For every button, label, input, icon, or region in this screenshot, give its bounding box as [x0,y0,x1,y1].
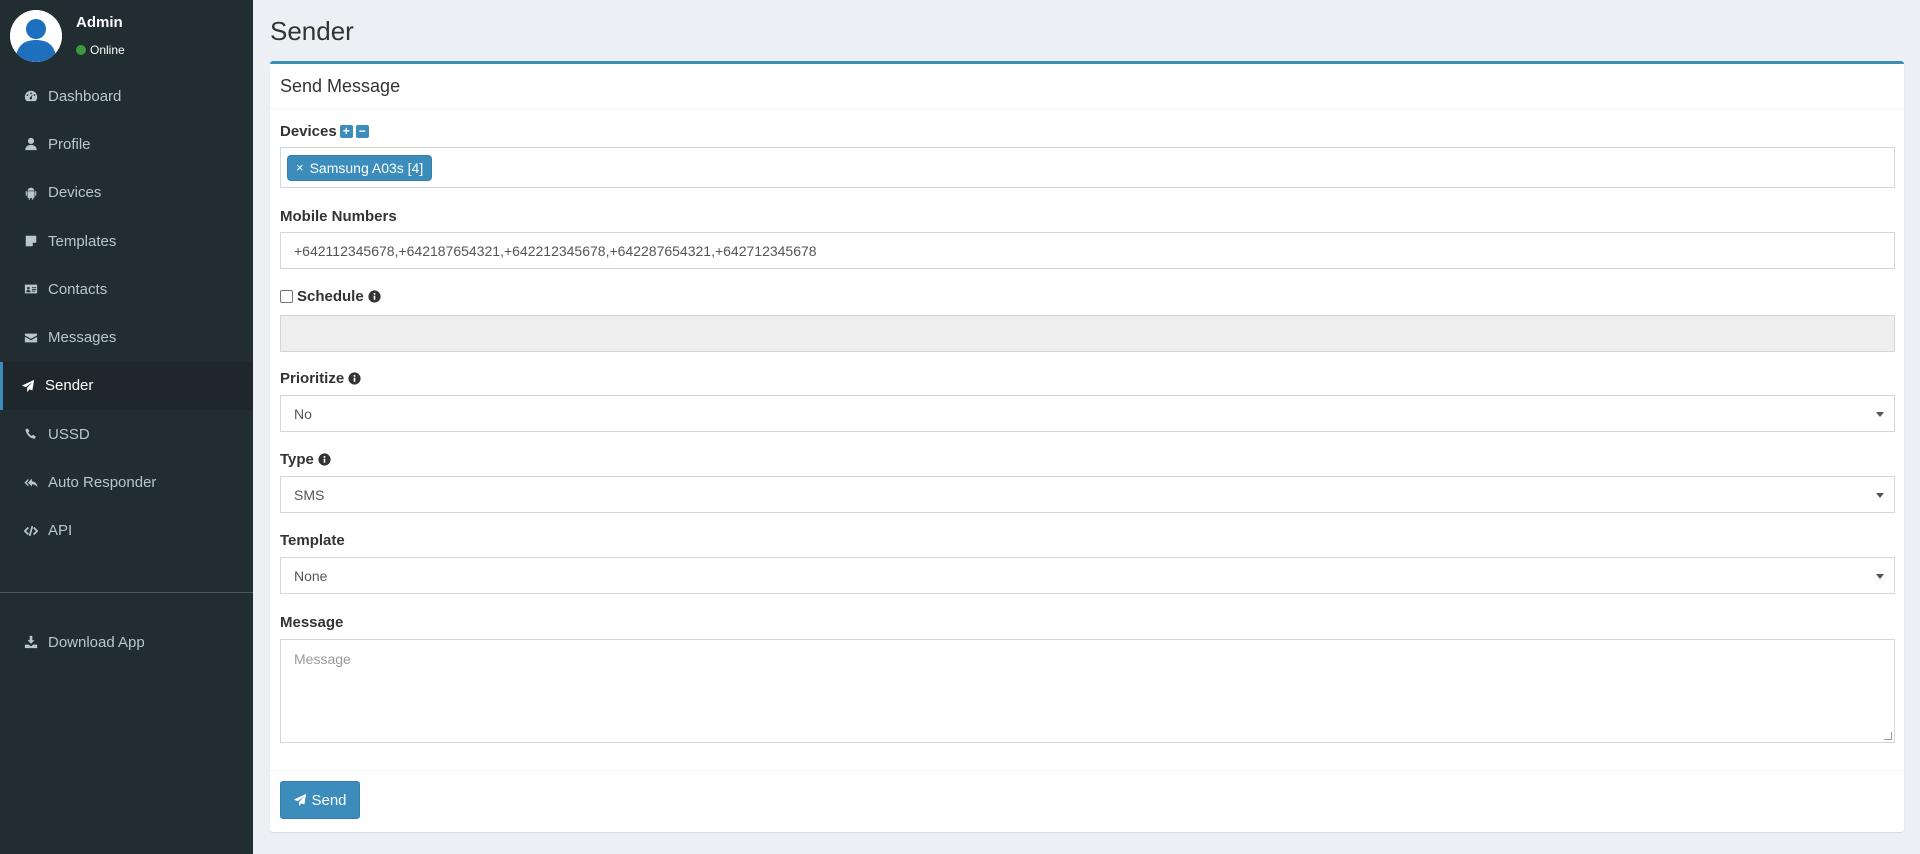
sidebar-item-dashboard[interactable]: Dashboard [0,72,253,120]
user-status: Online [76,43,125,57]
envelope-icon [23,330,38,345]
dashboard-icon [23,89,38,104]
remove-tag-icon[interactable]: × [296,160,304,175]
template-value: None [294,567,328,584]
sidebar-item-label: USSD [48,425,90,443]
sidebar-item-label: Devices [48,184,102,202]
type-select[interactable]: SMS [280,476,1895,513]
download-icon [23,635,38,650]
box-footer: Send [270,770,1904,832]
send-button-label: Send [311,791,347,809]
message-label: Message [280,613,344,631]
sidebar-item-label: Auto Responder [48,474,157,492]
devices-label: Devices [280,122,337,140]
caret-down-icon [1876,574,1884,579]
sidebar-divider [0,591,253,593]
paper-plane-icon [294,793,307,807]
schedule-label-row: Schedule [280,286,1895,306]
prioritize-select[interactable]: No [280,395,1895,432]
plus-square-icon[interactable]: + [339,124,353,138]
mobile-numbers-group: Mobile Numbers +642112345678,+6421876543… [280,206,1895,269]
device-tag-label: Samsung A03s [4] [309,159,424,176]
type-label-row: Type [280,449,1895,469]
sidebar-item-sender[interactable]: Sender [0,361,253,411]
sidebar-item-profile[interactable]: Profile [0,120,253,168]
address-card-icon [23,282,38,297]
code-icon [23,523,38,538]
sidebar-item-templates[interactable]: Templates [0,217,253,265]
sidebar-item-label: Download App [48,633,145,651]
main-content: Sender Send Message Devices + − × Samsun… [253,0,1920,854]
schedule-checkbox[interactable] [280,289,293,303]
sidebar-item-label: Sender [45,377,94,395]
type-value: SMS [294,486,325,503]
prioritize-label: Prioritize [280,369,345,387]
type-group: Type SMS [280,449,1895,513]
sidebar-item-label: Dashboard [48,87,122,105]
sidebar-item-label: Contacts [48,280,108,298]
message-group: Message Message [280,612,1895,743]
schedule-label: Schedule [297,287,364,305]
devices-group: Devices + − × Samsung A03s [4] [280,121,1895,188]
caret-down-icon [1876,493,1884,498]
sidebar: Admin Online Dashboard Profile Devices T… [0,0,253,854]
resize-grip-icon[interactable] [1884,732,1892,740]
devices-label-row: Devices + − [280,121,1895,141]
user-icon [23,137,38,152]
online-status-icon [76,45,86,55]
sidebar-item-contacts[interactable]: Contacts [0,265,253,313]
info-circle-icon [348,371,361,385]
minus-square-icon[interactable]: − [355,124,369,138]
sidebar-item-api[interactable]: API [0,507,253,555]
prioritize-group: Prioritize No [280,368,1895,432]
info-circle-icon [318,452,331,466]
devices-select[interactable]: × Samsung A03s [4] [280,147,1895,188]
device-tag: × Samsung A03s [4] [287,154,433,181]
sidebar-item-auto-responder[interactable]: Auto Responder [0,458,253,506]
android-icon [23,185,38,200]
box-title: Send Message [280,76,401,96]
prioritize-value: No [294,405,312,422]
sidebar-item-label: Templates [48,232,117,250]
reply-all-icon [23,475,38,490]
sticky-note-icon [23,234,38,249]
sidebar-item-messages[interactable]: Messages [0,313,253,361]
template-select[interactable]: None [280,557,1895,594]
info-circle-icon [368,289,381,303]
page-title: Sender [270,16,354,46]
schedule-group: Schedule [280,286,1895,352]
template-label: Template [280,531,345,549]
schedule-input [280,315,1895,352]
prioritize-label-row: Prioritize [280,368,1895,388]
type-label: Type [280,450,314,468]
user-panel: Admin Online [0,0,253,72]
template-group: Template None [280,530,1895,594]
user-status-label: Online [90,43,125,57]
sidebar-secondary-menu: Download App [0,618,253,666]
user-name: Admin [76,14,123,31]
sidebar-menu: Dashboard Profile Devices Templates Cont… [0,72,253,555]
sidebar-item-ussd[interactable]: USSD [0,410,253,458]
sidebar-item-label: Profile [48,135,91,153]
send-button[interactable]: Send [280,781,360,819]
phone-icon [23,427,38,442]
sidebar-item-download-app[interactable]: Download App [0,618,253,666]
avatar [10,10,62,62]
sidebar-item-devices[interactable]: Devices [0,169,253,217]
box-header: Send Message [270,64,1904,109]
user-avatar-icon [10,10,62,62]
mobile-numbers-input[interactable]: +642112345678,+642187654321,+64221234567… [280,232,1895,269]
message-textarea[interactable]: Message [280,639,1895,743]
mobile-numbers-label: Mobile Numbers [280,207,397,225]
caret-down-icon [1876,412,1884,417]
send-message-box: Send Message Devices + − × Samsung A03s … [270,61,1904,832]
message-placeholder: Message [294,651,351,667]
sidebar-item-label: API [48,522,73,540]
paper-plane-icon [20,378,35,393]
sidebar-item-label: Messages [48,329,117,347]
